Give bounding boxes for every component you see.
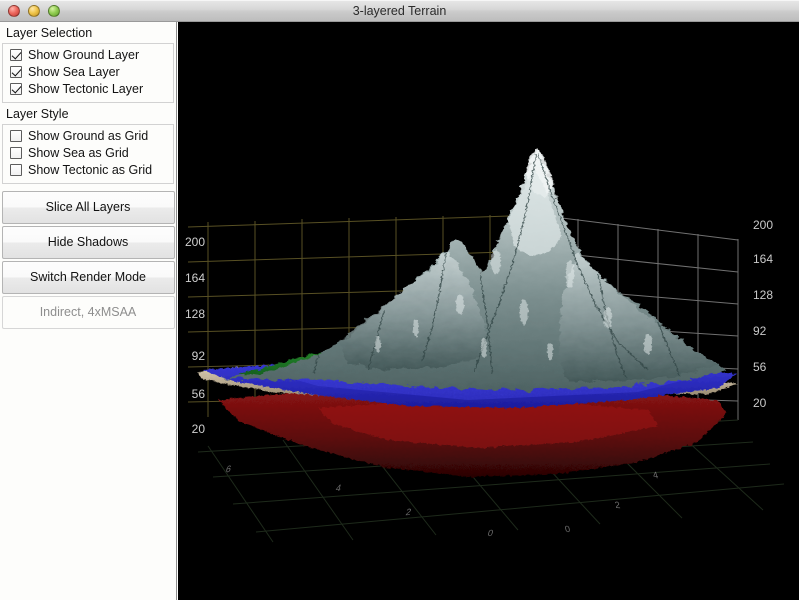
- checkbox-label-show-tectonic-layer: Show Tectonic Layer: [28, 82, 144, 96]
- switch-render-mode-button[interactable]: Switch Render Mode: [1, 261, 175, 294]
- axis-right-label-5: 20: [753, 396, 767, 410]
- checkbox-show-tectonic-layer[interactable]: [10, 83, 22, 95]
- window-title: 3-layered Terrain: [352, 4, 447, 18]
- group-title-layer-selection: Layer Selection: [6, 26, 93, 40]
- layer-style-box: Show Ground as Grid Show Sea as Grid Sho…: [2, 124, 174, 184]
- group-layer-style: Layer Style Show Ground as Grid Show Sea…: [0, 103, 176, 184]
- slice-all-layers-button[interactable]: Slice All Layers: [1, 191, 175, 224]
- axis-right-label-1: 164: [753, 252, 774, 266]
- checkbox-row-show-ground-layer[interactable]: Show Ground Layer: [3, 47, 173, 63]
- checkbox-show-sea-as-grid[interactable]: [10, 147, 22, 159]
- hide-shadows-button[interactable]: Hide Shadows: [1, 226, 175, 259]
- checkbox-show-sea-layer[interactable]: [10, 66, 22, 78]
- checkbox-row-show-tectonic-layer[interactable]: Show Tectonic Layer: [3, 81, 173, 97]
- checkbox-label-show-tectonic-as-grid: Show Tectonic as Grid: [28, 163, 153, 177]
- group-title-layer-style: Layer Style: [6, 107, 69, 121]
- axis-right-label-4: 56: [753, 360, 767, 374]
- axis-right-label-0: 200: [753, 218, 774, 232]
- checkbox-row-show-sea-layer[interactable]: Show Sea Layer: [3, 64, 173, 80]
- axis-left-label-0: 200: [184, 235, 205, 249]
- application-window: 3-layered Terrain Layer Selection Show G…: [0, 0, 799, 600]
- axis-right-label-3: 92: [753, 324, 767, 338]
- axis-left-label-4: 56: [191, 387, 205, 401]
- checkbox-label-show-ground-as-grid: Show Ground as Grid: [28, 129, 149, 143]
- checkbox-row-show-sea-as-grid[interactable]: Show Sea as Grid: [3, 145, 173, 161]
- axis-right-label-2: 128: [753, 288, 774, 302]
- maximize-button[interactable]: [48, 4, 60, 17]
- terrain-scene: [178, 22, 799, 600]
- layer-selection-box: Show Ground Layer Show Sea Layer Show Te…: [2, 43, 174, 103]
- terrain-3d-viewport[interactable]: 200 164 128 92 56 20 200 164 128 92 56 2…: [178, 22, 799, 600]
- close-button[interactable]: [8, 4, 20, 17]
- axis-left-label-1: 164: [184, 271, 205, 285]
- checkbox-show-tectonic-as-grid[interactable]: [10, 164, 22, 176]
- window-titlebar: 3-layered Terrain: [0, 0, 799, 22]
- minimize-button[interactable]: [28, 4, 40, 17]
- window-controls: [8, 4, 60, 17]
- checkbox-label-show-ground-layer: Show Ground Layer: [28, 48, 140, 62]
- checkbox-row-show-tectonic-as-grid[interactable]: Show Tectonic as Grid: [3, 162, 173, 178]
- checkbox-label-show-sea-layer: Show Sea Layer: [28, 65, 120, 79]
- axis-left-label-3: 92: [191, 349, 205, 363]
- vertical-axis-left: 200 164 128 92 56 20: [178, 22, 207, 600]
- render-mode-status-button: Indirect, 4xMSAA: [1, 296, 175, 329]
- vertical-axis-right: 200 164 128 92 56 20: [749, 22, 789, 600]
- group-layer-selection: Layer Selection Show Ground Layer Show S…: [0, 22, 176, 103]
- checkbox-label-show-sea-as-grid: Show Sea as Grid: [28, 146, 129, 160]
- checkbox-show-ground-layer[interactable]: [10, 49, 22, 61]
- control-sidebar: Layer Selection Show Ground Layer Show S…: [0, 22, 177, 600]
- axis-left-label-5: 20: [191, 422, 205, 436]
- checkbox-row-show-ground-as-grid[interactable]: Show Ground as Grid: [3, 128, 173, 144]
- checkbox-show-ground-as-grid[interactable]: [10, 130, 22, 142]
- axis-left-label-2: 128: [184, 307, 205, 321]
